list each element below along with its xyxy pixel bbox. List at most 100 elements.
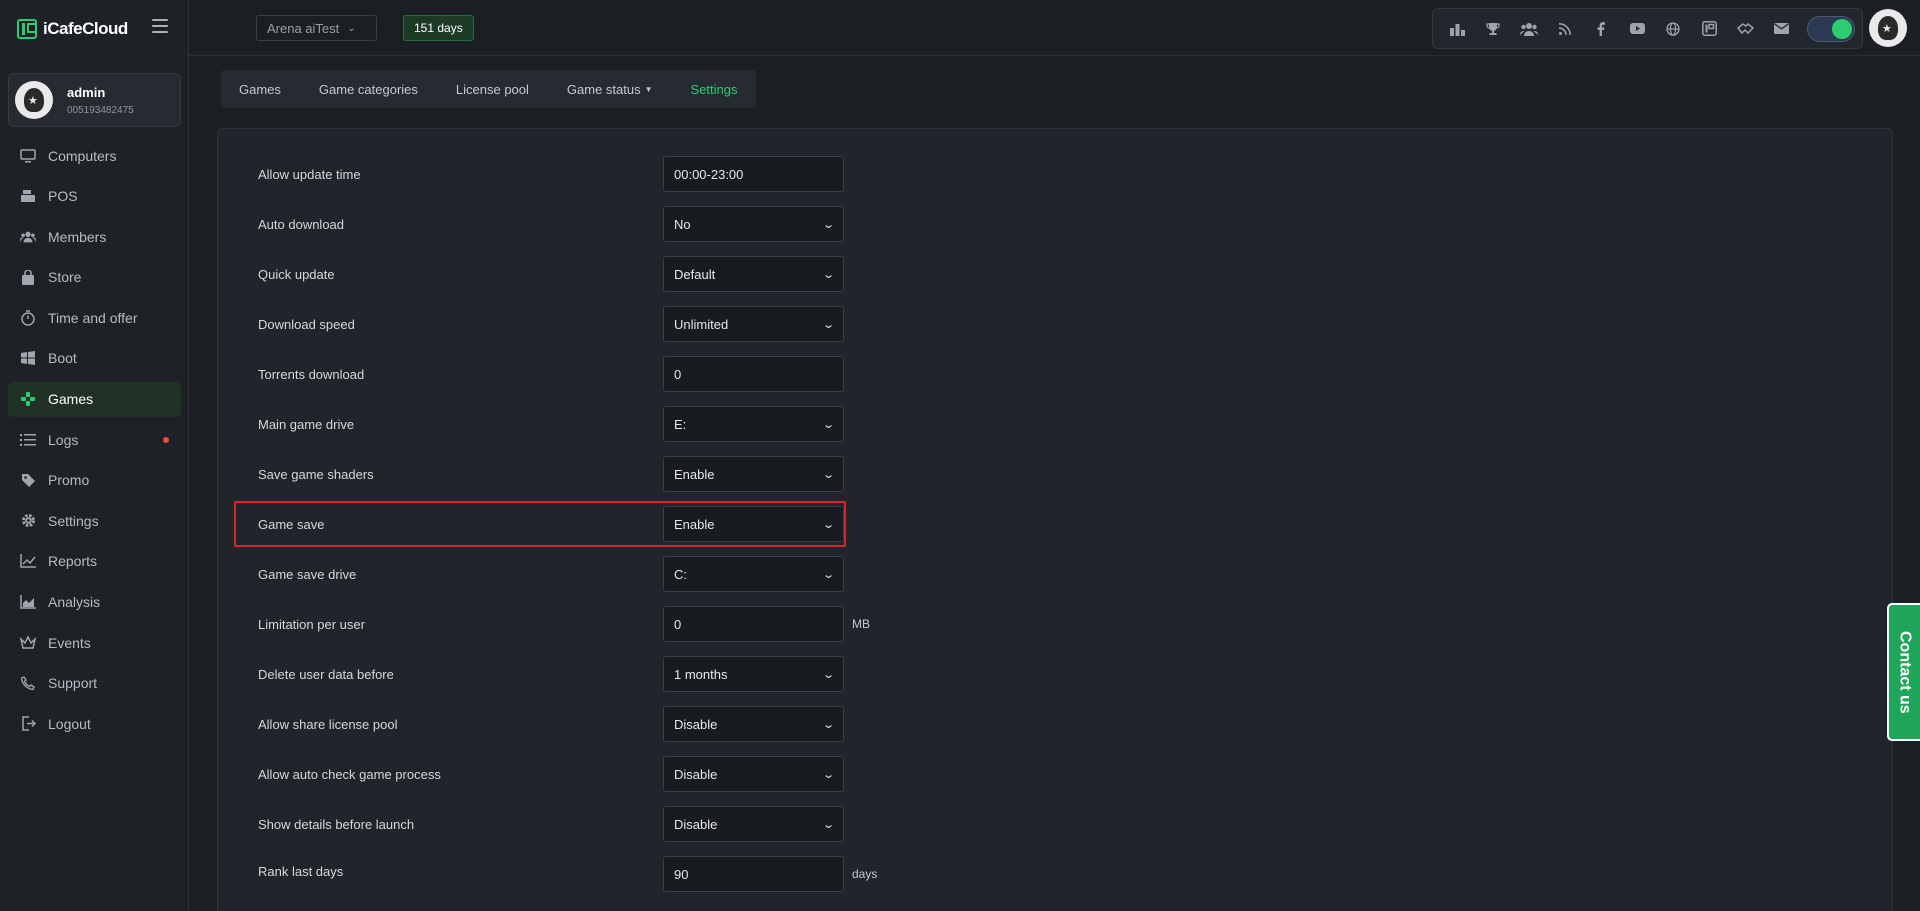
setting-label: Download speed [258,316,355,332]
sidebar-item-computers[interactable]: Computers [8,138,181,173]
license-days-badge: 151 days [403,15,474,41]
setting-save-game-shaders: Save game shaders Enable ⌄ [258,456,958,492]
tab-label: License pool [455,81,529,97]
sidebar-item-analysis[interactable]: Analysis [8,585,181,620]
sidebar-item-logs[interactable]: Logs [8,422,181,457]
logo[interactable]: iCafeCloud [17,17,128,41]
field-value: 90 [674,866,689,882]
chevron-down-icon: ⌄ [821,818,835,831]
hamburger-menu-icon[interactable] [152,19,168,33]
delete-user-data-select[interactable]: 1 months ⌄ [663,656,844,692]
globe-icon[interactable] [1655,15,1691,43]
chevron-down-icon: ⌄ [821,218,835,231]
setting-label: Show details before launch [258,816,415,832]
quick-update-select[interactable]: Default ⌄ [663,256,844,292]
chevron-down-icon: ⌄ [821,468,835,481]
setting-allow-share-license-pool: Allow share license pool Disable ⌄ [258,706,958,742]
user-card[interactable]: admin 005193482475 [8,73,181,127]
branch-select[interactable]: Arena aiTest ⌄ [256,15,377,41]
sidebar-item-label: Members [48,228,107,245]
line-chart-icon [20,553,36,569]
chevron-down-icon: ⌄ [821,668,835,681]
sidebar-item-label: Time and offer [48,309,138,326]
contact-us-label: Contact us [1896,630,1914,714]
sidebar-item-label: Analysis [48,594,101,611]
sidebar-item-members[interactable]: Members [8,219,181,254]
sidebar-item-promo[interactable]: Promo [8,463,181,498]
sidebar-item-label: Boot [48,350,77,367]
field-value: 0 [674,616,682,632]
setting-game-save: Game save Enable ⌄ [258,506,958,542]
chevron-down-icon: ⌄ [821,718,835,731]
sidebar-item-events[interactable]: Events [8,625,181,660]
auto-download-select[interactable]: No ⌄ [663,206,844,242]
area-chart-icon [20,594,36,610]
sidebar: iCafeCloud admin 005193482475 Computers … [0,0,189,911]
toggle-knob [1832,18,1852,39]
allow-update-time-input[interactable]: 00:00-23:00 [663,156,844,192]
sidebar-item-label: Support [48,675,98,692]
main-game-drive-select[interactable]: E: ⌄ [663,406,844,442]
setting-label: Rank last days [258,863,344,879]
tab-game-status[interactable]: Game status ▼ [567,82,653,97]
torrents-download-input[interactable]: 0 [663,356,844,392]
sidebar-item-games[interactable]: Games [8,381,181,417]
field-value: E: [674,416,687,432]
youtube-icon[interactable] [1619,15,1655,43]
tab-label: Game status [566,81,641,97]
tab-games[interactable]: Games [239,82,281,97]
sidebar-item-label: Reports [48,553,98,570]
field-value: 0 [674,366,682,382]
facebook-icon[interactable] [1583,15,1619,43]
rank-last-days-input[interactable]: 90 [663,856,844,892]
limitation-per-user-input[interactable]: 0 [663,606,844,642]
mail-icon[interactable] [1763,15,1799,43]
icafe-icon[interactable] [1691,15,1727,43]
tag-icon [20,472,36,488]
notification-dot [163,437,169,444]
header-avatar[interactable] [1869,9,1907,47]
show-details-before-launch-select[interactable]: Disable ⌄ [663,806,844,842]
chevron-down-icon: ⌄ [821,518,835,531]
setting-label: Quick update [258,266,335,282]
rss-icon[interactable] [1547,15,1583,43]
avatar [15,81,53,119]
allow-auto-check-game-process-select[interactable]: Disable ⌄ [663,756,844,792]
trophy-icon[interactable] [1475,15,1511,43]
save-game-shaders-select[interactable]: Enable ⌄ [663,456,844,492]
handshake-icon[interactable] [1727,15,1763,43]
tab-label: Games [239,81,281,97]
tab-settings[interactable]: Settings [691,82,738,97]
sidebar-item-boot[interactable]: Boot [8,341,181,376]
setting-label: Game save drive [258,566,357,582]
sidebar-item-pos[interactable]: POS [8,179,181,214]
setting-label: Game save [258,516,325,532]
allow-share-license-pool-select[interactable]: Disable ⌄ [663,706,844,742]
sidebar-item-store[interactable]: Store [8,260,181,295]
gear-icon [20,513,36,529]
sidebar-item-label: Promo [48,472,90,489]
field-value: Unlimited [674,316,729,332]
sidebar-item-time-and-offer[interactable]: Time and offer [8,300,181,335]
sidebar-item-support[interactable]: Support [8,666,181,701]
setting-limitation-per-user: Limitation per user 0 MB [258,606,958,642]
ranking-icon[interactable] [1439,15,1475,43]
group-icon[interactable] [1511,15,1547,43]
tab-game-categories[interactable]: Game categories [319,82,418,97]
tab-license-pool[interactable]: License pool [456,82,529,97]
theme-toggle[interactable] [1807,15,1855,42]
field-value: Enable [674,516,715,532]
field-value: Default [674,266,716,282]
sidebar-item-settings[interactable]: Settings [8,503,181,538]
game-save-drive-select[interactable]: C: ⌄ [663,556,844,592]
game-save-select[interactable]: Enable ⌄ [663,506,844,542]
contact-us-button[interactable]: Contact us [1887,603,1920,741]
logo-text: iCafeCloud [43,19,128,38]
user-id: 005193482475 [67,104,134,116]
download-speed-select[interactable]: Unlimited ⌄ [663,306,844,342]
sidebar-item-reports[interactable]: Reports [8,544,181,579]
sidebar-item-logout[interactable]: Logout [8,706,181,741]
sidebar-item-label: Logout [48,715,91,732]
field-value: Disable [674,766,718,782]
user-name: admin [67,84,106,100]
